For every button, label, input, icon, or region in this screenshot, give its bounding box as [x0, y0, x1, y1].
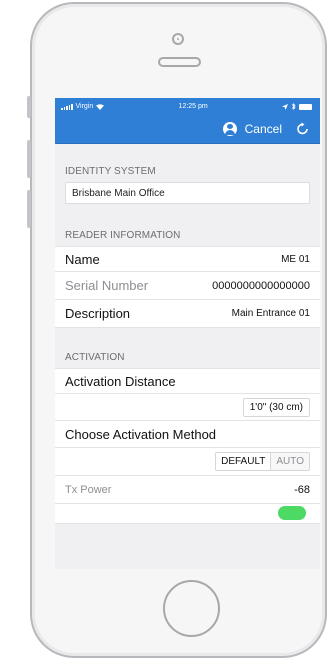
front-camera [172, 33, 184, 45]
serial-number-row: Serial Number 0000000000000000 [55, 272, 320, 300]
volume-down-button [27, 190, 31, 228]
serial-number-label: Serial Number [65, 278, 149, 293]
serial-number-value: 0000000000000000 [212, 279, 310, 292]
activation-method-row: Choose Activation Method [55, 421, 320, 448]
method-default-option[interactable]: DEFAULT [216, 453, 272, 470]
wifi-icon [96, 103, 105, 110]
volume-up-button [27, 140, 31, 178]
battery-icon [299, 103, 312, 110]
activation-distance-label: Activation Distance [65, 373, 176, 389]
activation-header: ACTIVATION [65, 352, 125, 363]
tx-power-value: -68 [294, 483, 310, 496]
tx-power-row: Tx Power -68 [55, 476, 320, 504]
toggle-row [55, 504, 320, 524]
identity-system-field[interactable]: Brisbane Main Office [65, 182, 310, 204]
status-bar: Virgin 12:25 pm [55, 98, 320, 115]
description-label: Description [65, 306, 131, 321]
activation-method-label: Choose Activation Method [65, 426, 217, 442]
signal-icon [61, 103, 73, 110]
bluetooth-icon [291, 103, 296, 110]
identity-system-header: IDENTITY SYSTEM [65, 166, 156, 177]
name-value[interactable]: ME 01 [281, 254, 310, 265]
tx-power-label: Tx Power [65, 483, 112, 496]
activation-distance-row: Activation Distance [55, 368, 320, 394]
app-screen: Virgin 12:25 pm Cancel IDENTITY SYSTEM B… [55, 98, 320, 569]
cancel-button[interactable]: Cancel [245, 122, 282, 136]
status-time: 12:25 pm [178, 103, 208, 110]
name-row[interactable]: Name ME 01 [55, 246, 320, 272]
refresh-icon[interactable] [296, 122, 310, 136]
reader-information-header: READER INFORMATION [65, 230, 181, 241]
home-button[interactable] [163, 580, 220, 637]
activation-method-selector-row: DEFAULT AUTO [55, 448, 320, 476]
mute-switch [27, 96, 31, 118]
activation-distance-input[interactable]: 1'0" (30 cm) [242, 397, 310, 417]
toggle-switch[interactable] [278, 506, 306, 520]
name-label: Name [65, 251, 100, 267]
nav-bar: Cancel [55, 115, 320, 144]
carrier-label: Virgin [75, 103, 94, 110]
description-row[interactable]: Description Main Entrance 01 [55, 300, 320, 328]
description-value[interactable]: Main Entrance 01 [232, 308, 310, 319]
profile-icon[interactable] [222, 122, 237, 136]
activation-method-segmented-control: DEFAULT AUTO [215, 452, 310, 471]
method-auto-option[interactable]: AUTO [271, 453, 309, 470]
earpiece-speaker [158, 57, 201, 67]
activation-distance-input-row: 1'0" (30 cm) [55, 394, 320, 421]
location-icon [282, 103, 288, 110]
